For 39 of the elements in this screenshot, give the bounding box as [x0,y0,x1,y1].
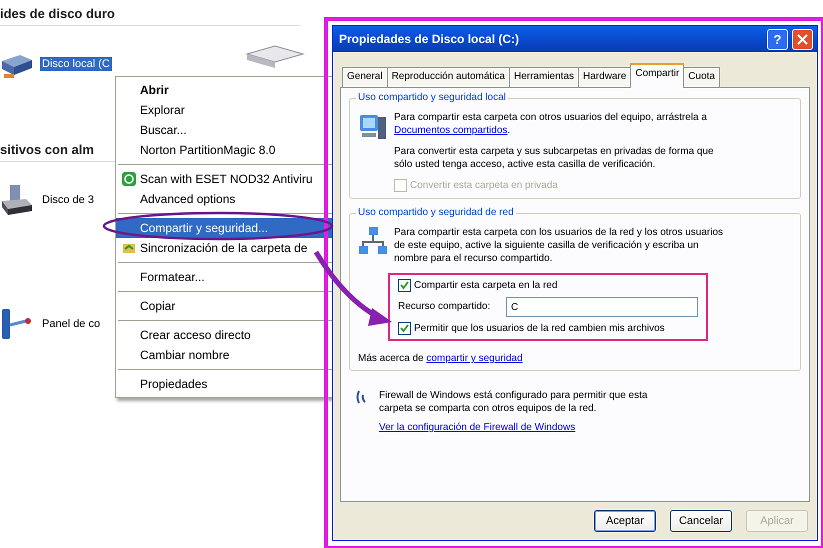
group-title: Uso compartido y seguridad local [356,92,508,103]
tab[interactable]: Cuota [683,67,720,87]
menu-item[interactable]: Sincronización de la carpeta de [116,238,346,258]
checkbox-icon [394,179,407,192]
share-name-field[interactable]: C [506,297,698,317]
close-icon [797,34,808,44]
tab[interactable]: Reproducción automática [386,67,510,87]
private-instructions: Para convertir esta carpeta y sus subcarpetas en privadas de forma que sólo usted tenga acceso, active esta casilla de verificación. [394,145,715,171]
checkbox[interactable]: Permitir que los usuarios de la red cambien mis archivos [398,322,698,335]
firewall-link[interactable]: Ver la configuración de Firewall de Windows [379,421,679,434]
shared-documents-link[interactable]: Documentos compartidos [394,125,508,136]
dialog-button[interactable]: Cancelar [670,510,732,532]
checkbox-icon [398,279,411,292]
sync-icon [122,241,136,255]
menu-item[interactable]: Scan with ESET NOD32 Antiviru [116,169,346,189]
drive-label[interactable]: Panel de co [40,317,102,331]
window-title: Propiedades de Disco local (C:) [339,32,520,46]
field-label: Recurso compartido: [398,300,492,314]
floppy-drive-icon [0,183,34,217]
checkbox[interactable]: Compartir esta carpeta en la red [398,279,698,292]
tab[interactable]: General [342,67,388,87]
tab[interactable]: Herramientas [508,67,580,87]
checkbox-icon [398,322,411,335]
sharing-security-link[interactable]: compartir y seguridad [426,353,523,364]
dialog-button[interactable]: Aceptar [594,510,656,532]
share-instructions: Para compartir esta carpeta con otros usuarios del equipo, arrástrela a Documentos compartidos. [394,111,708,137]
tab[interactable]: Hardware [578,67,632,87]
close-button[interactable] [792,28,813,50]
drive-label[interactable]: Disco de 3 [40,193,96,207]
drive-label[interactable]: Disco local (C [40,57,112,71]
group-title: Uso compartido y seguridad de red [356,207,516,218]
tab[interactable]: Compartir [630,63,684,88]
firewall-text: Firewall de Windows está configurado para permitir que esta carpeta se comparta con otros equipos de la red. [379,389,648,415]
more-info-text: Más acerca de compartir y seguridad [358,353,524,364]
help-button[interactable]: ? [767,28,788,50]
section-heading: ides de disco duro [0,4,300,26]
control-panel-icon [0,307,34,341]
network-instructions: Para compartir esta carpeta con los usuarios de la red y los otros usuarios de este equipo, active la siguiente casilla de verificación y escriba un nombre para el recurso compartido. [394,226,724,265]
drive-icon [245,44,305,70]
